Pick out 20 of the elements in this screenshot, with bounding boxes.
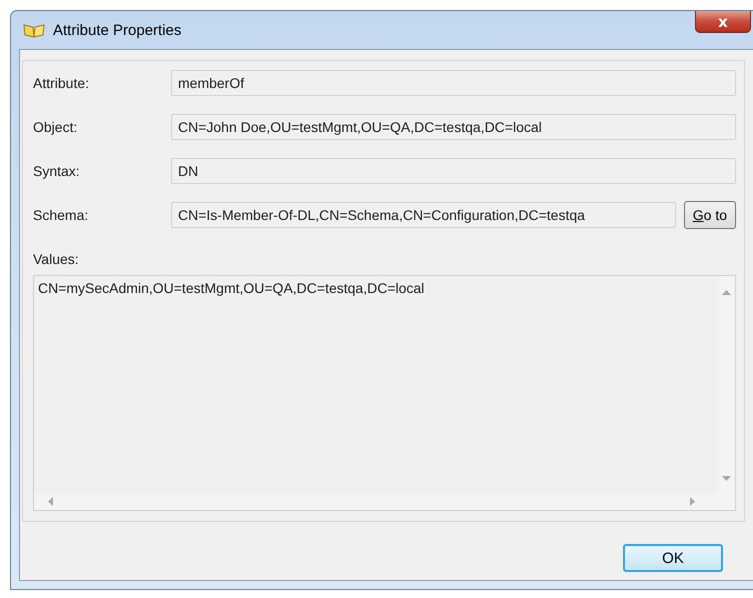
book-icon (23, 22, 45, 38)
scroll-up-icon[interactable] (722, 290, 731, 295)
go-to-button[interactable]: Go to (684, 201, 736, 229)
text-field[interactable]: CN=John Doe,OU=testMgmt,OU=QA,DC=testqa,DC=local (171, 114, 736, 140)
values-list[interactable]: CN=mySecAdmin,OU=testMgmt,OU=QA,DC=testqa,DC=local (33, 275, 736, 511)
scroll-left-icon[interactable] (48, 497, 53, 506)
field-label: Object: (33, 119, 78, 135)
scroll-right-icon[interactable] (690, 497, 695, 506)
window-title: Attribute Properties (53, 22, 182, 38)
field-label: Syntax: (33, 163, 81, 179)
text-field[interactable]: CN=Is-Member-Of-DL,CN=Schema,CN=Configuration,DC=testqa (171, 202, 676, 228)
field-label: Attribute: (33, 75, 90, 91)
text-field[interactable]: DN (171, 158, 736, 184)
close-button[interactable]: x (695, 11, 751, 33)
values-label: Values: (33, 251, 80, 267)
list-item[interactable]: CN=mySecAdmin,OU=testMgmt,OU=QA,DC=testqa,DC=local (38, 280, 714, 296)
ok-button[interactable]: OK (623, 544, 723, 572)
scroll-down-icon[interactable] (722, 476, 731, 481)
field-label: Schema: (33, 207, 90, 223)
text-field[interactable]: memberOf (171, 70, 736, 96)
